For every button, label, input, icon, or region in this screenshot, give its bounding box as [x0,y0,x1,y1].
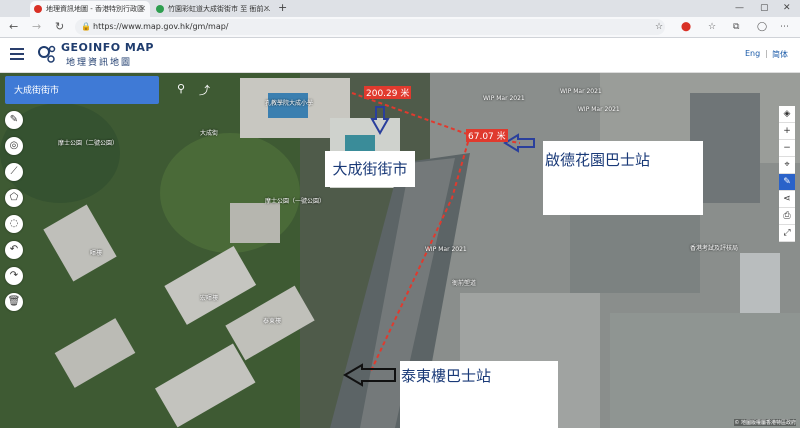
map-label: WIP Mar 2021 [483,95,525,102]
logo-text-en: GEOINFO MAP [61,41,154,54]
undo-icon[interactable]: ↶ [5,241,23,259]
map-label: 摩士公園（一號公園） [265,198,326,205]
collections-icon[interactable]: ⧉ [733,20,739,34]
right-toolbar: ◈ + − ⌖ ✎ ⋖ ⎙ ⤢ [779,106,795,242]
search-input[interactable]: 大成街街市 [14,83,59,96]
tab-route[interactable]: 竹園彩虹道大成街街市 至 衙前… ✕ [152,1,274,17]
map-label: 宏暉樓 [200,295,219,302]
geoinfo-favicon-icon [34,5,42,13]
url-field[interactable]: 🔒 https://www.map.gov.hk/gm/map/ [75,19,665,35]
search-bar[interactable]: 大成街街市 [5,76,159,104]
close-tab-icon[interactable]: ✕ [139,1,146,17]
lock-icon: 🔒 [81,22,91,31]
lang-sc-link[interactable]: 简体 [772,49,788,60]
map-label: 泰東樓 [263,318,282,325]
maximize-icon[interactable]: ▢ [760,0,769,16]
browser-tab-bar: 地理資訊地圖 - 香港特別行政區 ✕ 竹園彩虹道大成街街市 至 衙前… ✕ + … [0,0,800,17]
distance-label: 67.07 米 [466,129,508,142]
layers-icon[interactable]: ◈ [779,106,795,123]
tab-title: 地理資訊地圖 - 香港特別行政區 [46,5,144,13]
redo-icon[interactable]: ↷ [5,267,23,285]
tai-tung-stop-annotation: 泰東樓巴士站 [400,361,558,428]
distance-label: 200.29 米 [364,86,412,99]
reload-icon[interactable]: ↻ [55,19,64,35]
address-bar: ← → ↻ 🔒 https://www.map.gov.hk/gm/map/ ☆… [0,17,800,38]
maps-favicon-icon [156,5,164,13]
lang-separator: | [765,49,768,58]
extension-icon[interactable]: ⬤ [681,20,691,34]
map-label: 大成街 [200,130,219,137]
geoinfo-logo-icon [38,45,56,63]
lang-en-link[interactable]: Eng [745,49,760,58]
new-tab-button[interactable]: + [278,1,287,14]
measure-area-icon[interactable]: ◎ [5,137,23,155]
forward-icon[interactable]: → [32,19,41,35]
url-text: https://www.map.gov.hk/gm/map/ [93,22,229,31]
map-label: 摩士公園（二號公園） [58,140,119,147]
tab-geoinfo[interactable]: 地理資訊地圖 - 香港特別行政區 ✕ [30,1,150,17]
map-view[interactable]: 孔教學院大成小學 WIP Mar 2021 WIP Mar 2021 WIP M… [0,73,800,428]
fullscreen-icon[interactable]: ⤢ [779,225,795,242]
kai-tak-stop-annotation: 啟德花園巴士站 [543,141,703,215]
draw-line-icon[interactable]: ✎ [5,111,23,129]
attribution: © 地圖版權屬香港特區政府 [734,419,796,426]
directions-icon[interactable]: ⤴ [199,82,210,98]
polygon-icon[interactable]: ⬠ [5,189,23,207]
map-label: 孔教學院大成小學 [265,100,314,107]
market-annotation: 大成街街市 [325,151,415,187]
draw-icon[interactable]: ✎ [779,174,795,191]
more-menu-icon[interactable]: ⋯ [780,20,789,34]
print-icon[interactable]: ⎙ [779,208,795,225]
close-tab-icon[interactable]: ✕ [263,1,270,17]
search-icon[interactable]: ⚲ [177,82,185,95]
profile-icon[interactable]: ◯ [757,20,767,34]
locate-icon[interactable]: ⌖ [779,157,795,174]
app-header: GEOINFO MAP 地理資訊地圖 Eng | 简体 [0,38,800,73]
minimize-icon[interactable]: — [735,0,744,16]
map-label: WIP Mar 2021 [560,88,602,95]
tab-title: 竹園彩虹道大成街街市 至 衙前… [168,5,271,13]
logo-text-zh: 地理資訊地圖 [66,58,133,68]
favorite-star-icon[interactable]: ☆ [655,20,663,34]
map-label: 暉樓 [90,250,103,257]
zoom-out-icon[interactable]: − [779,140,795,157]
back-icon[interactable]: ← [9,19,18,35]
map-label: 衙前塱道 [452,280,477,287]
circle-tool-icon[interactable]: ◌ [5,215,23,233]
close-window-icon[interactable]: ✕ [783,0,791,16]
map-label: WIP Mar 2021 [578,106,620,113]
collections-icon[interactable]: ☆ [708,20,716,34]
menu-icon[interactable] [10,48,24,60]
delete-icon[interactable]: 🗑 [5,293,23,311]
share-icon[interactable]: ⋖ [779,191,795,208]
measure-distance-icon[interactable]: ⟋ [5,163,23,181]
map-label: 香港考試及評核局 [690,245,739,252]
zoom-in-icon[interactable]: + [779,123,795,140]
map-label: WIP Mar 2021 [425,246,467,253]
left-toolbar: ✎ ◎ ⟋ ⬠ ◌ ↶ ↷ 🗑 [5,111,23,319]
